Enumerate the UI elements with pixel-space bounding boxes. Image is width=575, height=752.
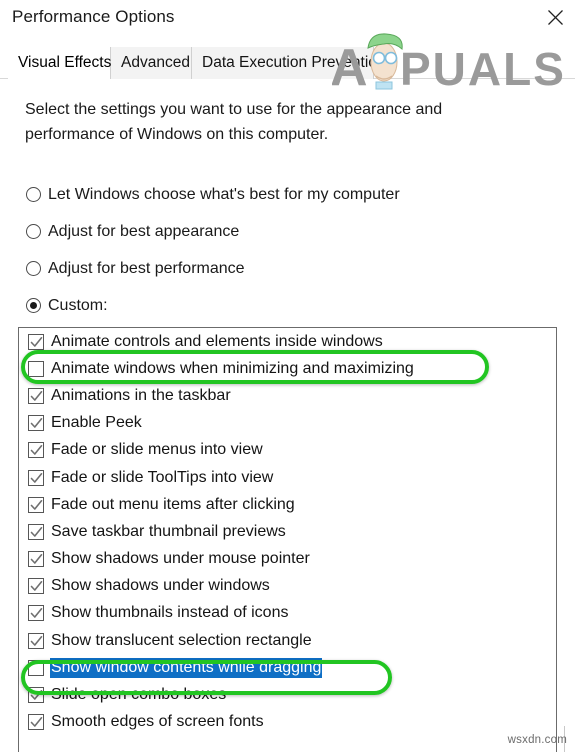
- close-icon: [547, 9, 563, 25]
- list-item-label: Enable Peek: [51, 414, 142, 432]
- list-item[interactable]: Show shadows under windows: [19, 573, 556, 600]
- list-item-label: Slide open combo boxes: [51, 686, 227, 704]
- list-item-label: Fade or slide menus into view: [51, 441, 263, 459]
- radio-adjust-best-performance[interactable]: Adjust for best performance: [26, 250, 546, 287]
- checkbox-checked[interactable]: [28, 605, 44, 622]
- list-item[interactable]: Slide open combo boxes: [19, 681, 556, 708]
- list-item-label: Smooth edges of screen fonts: [51, 713, 264, 731]
- checkbox-checked[interactable]: [28, 496, 44, 513]
- list-item-label: Fade or slide ToolTips into view: [51, 468, 274, 486]
- checkbox-checked[interactable]: [28, 632, 44, 649]
- checkbox-checked[interactable]: [28, 523, 44, 540]
- list-item[interactable]: Animate controls and elements inside win…: [19, 328, 556, 355]
- list-item-label: Show shadows under windows: [51, 577, 270, 595]
- checkbox-checked[interactable]: [28, 551, 44, 568]
- list-item[interactable]: Show window contents while dragging: [19, 654, 556, 681]
- checkbox-checked[interactable]: [28, 714, 44, 731]
- list-item-label: Show thumbnails instead of icons: [51, 604, 289, 622]
- list-item[interactable]: Animations in the taskbar: [19, 382, 556, 409]
- checkmark-icon: [30, 608, 43, 619]
- checkbox-checked[interactable]: [28, 469, 44, 486]
- visual-effects-listbox[interactable]: Animate controls and elements inside win…: [18, 327, 557, 752]
- checkmark-icon: [30, 472, 43, 483]
- checkmark-icon: [30, 445, 43, 456]
- radio-unchecked-icon: [26, 261, 41, 276]
- list-item[interactable]: Smooth edges of screen fonts: [19, 709, 556, 736]
- radio-unchecked-icon: [26, 224, 41, 239]
- list-item[interactable]: Show translucent selection rectangle: [19, 627, 556, 654]
- checkbox-checked[interactable]: [28, 415, 44, 432]
- tab-label: Data Execution Prevention: [202, 54, 386, 71]
- tab-label: Advanced: [121, 54, 190, 71]
- title-bar: Performance Options: [0, 0, 575, 38]
- list-item[interactable]: Fade or slide ToolTips into view: [19, 464, 556, 491]
- footer-watermark: wsxdn.com: [507, 734, 567, 746]
- tab-data-execution-prevention[interactable]: Data Execution Prevention: [192, 47, 386, 79]
- list-item[interactable]: Enable Peek: [19, 410, 556, 437]
- radio-unchecked-icon: [26, 187, 41, 202]
- checkbox-unchecked[interactable]: [28, 659, 44, 676]
- checkbox-checked[interactable]: [28, 333, 44, 350]
- list-item[interactable]: Save taskbar thumbnail previews: [19, 518, 556, 545]
- checkbox-unchecked[interactable]: [28, 360, 44, 377]
- checkmark-icon: [30, 554, 43, 564]
- list-item-label: Show shadows under mouse pointer: [51, 550, 310, 568]
- intro-description: Select the settings you want to use for …: [25, 101, 443, 143]
- list-item[interactable]: Animate windows when minimizing and maxi…: [19, 355, 556, 382]
- list-item[interactable]: Show thumbnails instead of icons: [19, 600, 556, 627]
- checkmark-icon: [30, 690, 43, 700]
- checkmark-icon: [30, 499, 43, 510]
- checkmark-icon: [30, 418, 43, 428]
- checkmark-icon: [30, 581, 43, 592]
- tab-strip: Visual Effects Advanced Data Execution P…: [0, 47, 575, 79]
- radio-label: Adjust for best appearance: [48, 222, 240, 240]
- checkmark-icon: [30, 526, 43, 537]
- radio-let-windows-choose[interactable]: Let Windows choose what's best for my co…: [26, 176, 546, 213]
- checkmark-icon: [30, 717, 43, 728]
- checkbox-checked[interactable]: [28, 387, 44, 404]
- list-item[interactable]: Fade out menu items after clicking: [19, 491, 556, 518]
- checkbox-checked[interactable]: [28, 578, 44, 595]
- list-item[interactable]: Fade or slide menus into view: [19, 437, 556, 464]
- list-item-label: Animate controls and elements inside win…: [51, 332, 383, 350]
- checkmark-icon: [30, 336, 43, 347]
- list-item-label: Fade out menu items after clicking: [51, 495, 295, 513]
- radio-label: Custom:: [48, 296, 108, 314]
- radio-custom[interactable]: Custom:: [26, 287, 546, 324]
- visual-effects-list: Animate controls and elements inside win…: [19, 328, 556, 736]
- performance-options-dialog: Performance Options Visual Effects Advan…: [0, 0, 575, 752]
- performance-mode-radio-group: Let Windows choose what's best for my co…: [26, 176, 546, 324]
- list-item-label: Animations in the taskbar: [51, 386, 231, 404]
- list-item-label: Animate windows when minimizing and maxi…: [51, 359, 414, 377]
- radio-label: Adjust for best performance: [48, 259, 245, 277]
- list-item[interactable]: Show shadows under mouse pointer: [19, 546, 556, 573]
- list-item-label: Save taskbar thumbnail previews: [51, 522, 286, 540]
- radio-checked-icon: [26, 298, 41, 313]
- radio-label: Let Windows choose what's best for my co…: [48, 185, 400, 203]
- tab-label: Visual Effects: [18, 54, 112, 71]
- list-item-label: Show window contents while dragging: [50, 657, 323, 678]
- close-button[interactable]: [536, 2, 574, 32]
- tab-advanced[interactable]: Advanced: [111, 47, 192, 79]
- checkmark-icon: [30, 390, 43, 401]
- window-title: Performance Options: [12, 7, 175, 26]
- list-item-label: Show translucent selection rectangle: [51, 631, 312, 649]
- radio-adjust-best-appearance[interactable]: Adjust for best appearance: [26, 213, 546, 250]
- checkmark-icon: [30, 635, 43, 646]
- checkbox-checked[interactable]: [28, 687, 44, 704]
- checkbox-checked[interactable]: [28, 442, 44, 459]
- tab-visual-effects[interactable]: Visual Effects: [8, 47, 111, 79]
